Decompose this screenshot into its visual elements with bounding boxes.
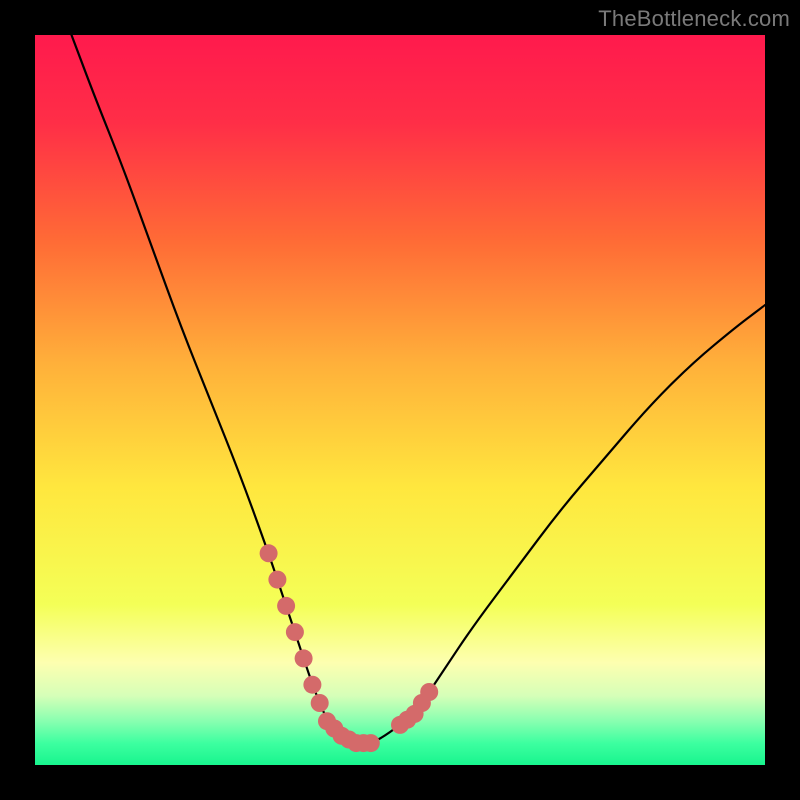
plot-area — [35, 35, 765, 765]
marker-cluster-right — [391, 683, 438, 734]
data-marker — [295, 649, 313, 667]
bottleneck-curve — [72, 35, 766, 743]
data-marker — [311, 694, 329, 712]
data-marker — [286, 623, 304, 641]
marker-cluster-left — [260, 544, 380, 752]
chart-frame: TheBottleneck.com — [0, 0, 800, 800]
data-marker — [277, 597, 295, 615]
watermark-text: TheBottleneck.com — [598, 6, 790, 32]
data-marker — [362, 734, 380, 752]
curve-layer — [35, 35, 765, 765]
data-marker — [303, 676, 321, 694]
data-marker — [260, 544, 278, 562]
data-marker — [420, 683, 438, 701]
data-marker — [268, 571, 286, 589]
